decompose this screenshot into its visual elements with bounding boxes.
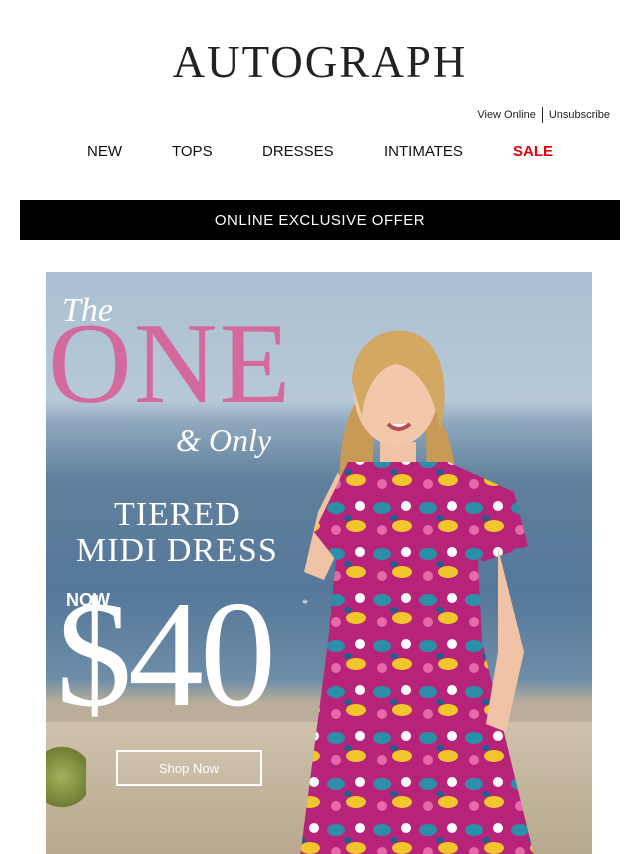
hero-line-one: ONE bbox=[48, 300, 293, 428]
unsubscribe-link[interactable]: Unsubscribe bbox=[549, 109, 610, 121]
offer-banner[interactable]: ONLINE EXCLUSIVE OFFER bbox=[20, 200, 620, 240]
hero-price-asterisk: * bbox=[302, 596, 308, 610]
model-in-paisley-dress-image bbox=[300, 330, 534, 854]
brand-logo[interactable]: AUTOGRAPH bbox=[0, 36, 640, 88]
offer-banner-label: ONLINE EXCLUSIVE OFFER bbox=[214, 211, 426, 229]
shop-now-button[interactable]: Shop Now bbox=[116, 750, 262, 786]
nav-item-sale[interactable]: SALE bbox=[513, 143, 553, 160]
hero-banner[interactable]: The ONE & Only TIERED MIDI DRESS $40 NOW… bbox=[46, 272, 592, 854]
nav-item-dresses[interactable]: DRESSES bbox=[262, 143, 334, 160]
utility-links: View Online Unsubscribe bbox=[477, 107, 610, 123]
nav-item-intimates[interactable]: INTIMATES bbox=[384, 143, 463, 160]
hero-product-line-2: MIDI DRESS bbox=[76, 532, 278, 569]
hero-line-and-only: & Only bbox=[176, 422, 272, 458]
hero-shrub-decoration bbox=[46, 742, 86, 812]
nav-item-new[interactable]: NEW bbox=[87, 143, 122, 160]
view-online-link[interactable]: View Online bbox=[477, 109, 536, 121]
hero-product-line-1: TIERED bbox=[114, 496, 241, 533]
utility-divider bbox=[541, 107, 543, 123]
nav-item-tops[interactable]: TOPS bbox=[172, 143, 213, 160]
hero-now-label: NOW bbox=[66, 590, 110, 610]
